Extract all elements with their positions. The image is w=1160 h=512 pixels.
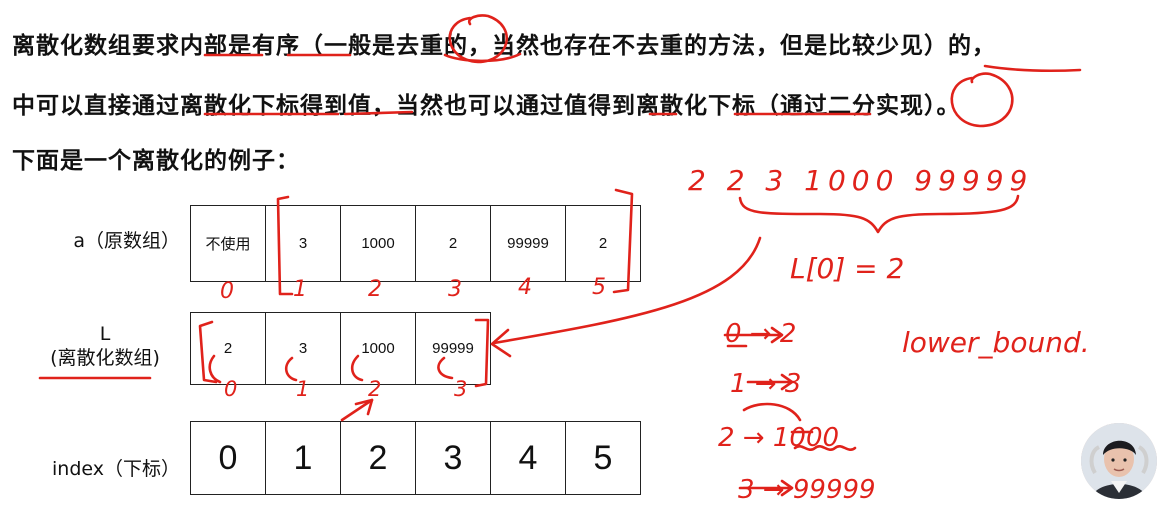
underline-stroke bbox=[343, 110, 414, 116]
hw-top-sequence: 2 2 3 1000 99999 bbox=[688, 164, 1033, 197]
presenter-avatar bbox=[1081, 423, 1157, 499]
hw-L-index: 3 bbox=[454, 377, 467, 401]
bracket-stroke bbox=[198, 320, 218, 384]
hw-L-index: 0 bbox=[224, 377, 237, 401]
hw-a-index: 4 bbox=[518, 275, 532, 300]
brace-stroke bbox=[738, 194, 1020, 234]
bracket-stroke bbox=[474, 318, 490, 388]
handwriting-overlay: 0 1 2 3 4 5 0 1 2 3 2 2 3 1000 99999 L[0… bbox=[38, 14, 1090, 505]
hw-L-index: 1 bbox=[296, 377, 309, 401]
hw-a-index: 2 bbox=[368, 277, 382, 302]
underline-stroke bbox=[983, 64, 1082, 73]
hw-L-index: 2 bbox=[368, 377, 381, 401]
hw-mapping-3: 3 → 99999 bbox=[738, 475, 876, 505]
hw-a-index: 1 bbox=[293, 277, 307, 302]
small-arrow bbox=[284, 356, 298, 382]
hw-a-index: 5 bbox=[592, 275, 606, 300]
hw-a-index: 3 bbox=[448, 277, 462, 302]
circle-stroke bbox=[448, 14, 508, 64]
hw-a-index: 0 bbox=[220, 279, 234, 304]
bracket-stroke bbox=[612, 188, 634, 294]
map-arrow bbox=[742, 402, 802, 422]
hw-mapping-2: 2 → 1000 bbox=[718, 423, 839, 453]
small-arrow bbox=[437, 356, 454, 380]
hw-mapping-0: 0 → 2 bbox=[725, 319, 796, 349]
bracket-stroke bbox=[276, 195, 294, 296]
circle-stroke bbox=[950, 72, 1014, 128]
hw-equation: L[0] = 2 bbox=[790, 252, 904, 285]
underline-stroke bbox=[443, 52, 522, 63]
small-arrow bbox=[350, 354, 364, 382]
hw-note: lower_bound. bbox=[902, 326, 1090, 359]
presenter-face-icon bbox=[1081, 423, 1157, 499]
small-arrow bbox=[208, 354, 222, 384]
hw-mapping-1: 1 → 3 bbox=[730, 369, 801, 399]
